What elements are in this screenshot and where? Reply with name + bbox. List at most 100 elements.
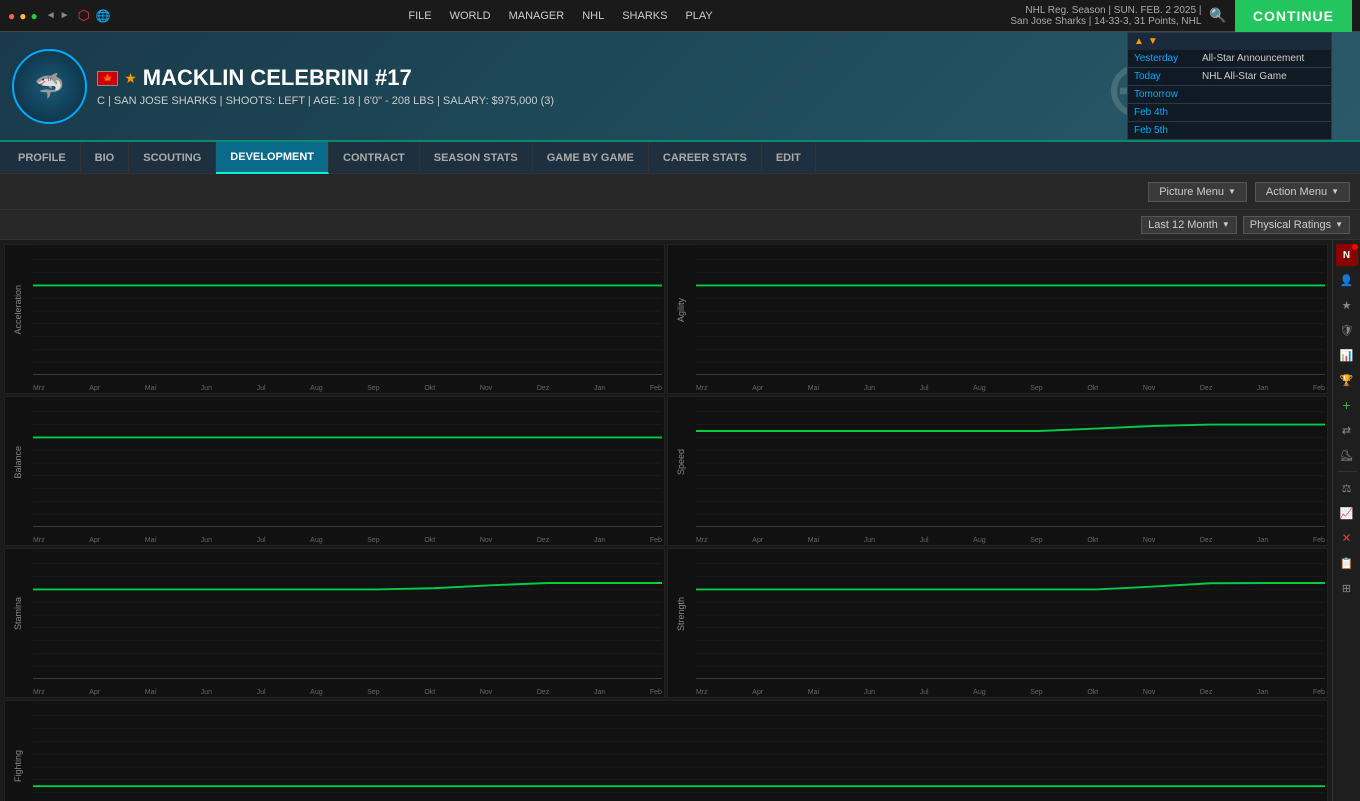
tab-career-stats[interactable]: CAREER STATS xyxy=(649,142,762,174)
chart-svg-agility xyxy=(696,247,1325,375)
picture-menu-button[interactable]: Picture Menu ▼ xyxy=(1148,182,1247,202)
tab-contract[interactable]: CONTRACT xyxy=(329,142,420,174)
chart-fighting: FightingMrzAprMaiJunJulAugSepOktNovDezJa… xyxy=(4,700,1328,801)
nav-play[interactable]: PLAY xyxy=(677,8,720,24)
chart-stamina: Stamina MrzAprMaiJunJulAugSepOktNovDezJan… xyxy=(4,548,665,698)
news-header: ▲ ▼ xyxy=(1128,33,1331,50)
topbar-nav: FILE WORLD MANAGER NHL SHARKS PLAY xyxy=(400,8,720,24)
chart-label-stamina: Stamina xyxy=(7,549,29,679)
news-today: Today NHL All-Star Game xyxy=(1128,68,1331,86)
sidebar-history-icon[interactable]: 📈 xyxy=(1336,502,1358,524)
chart-xaxis-speed: MrzAprMaiJunJulAugSepOktNovDezJanFeb xyxy=(696,529,1325,544)
tab-profile[interactable]: PROFILE xyxy=(4,142,81,174)
chart-xaxis-balance: MrzAprMaiJunJulAugSepOktNovDezJanFeb xyxy=(33,529,662,544)
window-maximize[interactable]: ● xyxy=(31,9,38,23)
main-content: AccelerationMrzAprMaiJunJulAugSepOktNovD… xyxy=(0,240,1360,801)
today-label: Today xyxy=(1134,71,1194,82)
chart-xaxis-stamina: MrzAprMaiJunJulAugSepOktNovDezJanFeb xyxy=(33,681,662,696)
team-logo: 🦈 xyxy=(12,49,87,124)
chart-xaxis-strength: MrzAprMaiJunJulAugSepOktNovDezJanFeb xyxy=(696,681,1325,696)
sidebar-grid-icon[interactable]: ⊞ xyxy=(1336,577,1358,599)
news-tomorrow: Tomorrow xyxy=(1128,86,1331,103)
forward-btn[interactable]: ► xyxy=(60,10,70,21)
nav-manager[interactable]: MANAGER xyxy=(501,8,573,24)
charts-area: AccelerationMrzAprMaiJunJulAugSepOktNovD… xyxy=(0,240,1332,801)
chart-balance: Balance MrzAprMaiJunJulAugSepOktNovDezJan… xyxy=(4,396,665,546)
chart-svg-stamina xyxy=(33,551,662,679)
nav-world[interactable]: WORLD xyxy=(442,8,499,24)
sidebar-shield-icon[interactable]: 🛡 xyxy=(1336,319,1358,341)
nav-file[interactable]: FILE xyxy=(400,8,439,24)
continue-button[interactable]: CONTINUE xyxy=(1235,0,1352,32)
search-icon[interactable]: 🔍 xyxy=(1209,7,1226,24)
news-feb5: Feb 5th xyxy=(1128,121,1331,139)
chart-svg-strength xyxy=(696,551,1325,679)
feb4-label: Feb 4th xyxy=(1134,107,1194,118)
sidebar-swap-icon[interactable]: ⇄ xyxy=(1336,419,1358,441)
tabs-bar: PROFILE BIO SCOUTING DEVELOPMENT CONTRAC… xyxy=(0,142,1360,174)
sidebar-nhl-icon[interactable]: N xyxy=(1336,244,1358,266)
chart-xaxis-agility: MrzAprMaiJunJulAugSepOktNovDezJanFeb xyxy=(696,377,1325,392)
sidebar-divider xyxy=(1337,471,1357,472)
back-btn[interactable]: ◄ xyxy=(46,10,56,21)
picture-menu-arrow: ▼ xyxy=(1228,187,1236,196)
yesterday-label: Yesterday xyxy=(1134,53,1194,64)
sidebar-contract-icon[interactable]: 📋 xyxy=(1336,552,1358,574)
topbar-right: NHL Reg. Season | SUN. FEB. 2 2025 | San… xyxy=(1010,0,1352,32)
topbar-left: ● ● ● ◄ ► ⬡ 🌐 xyxy=(8,7,111,24)
player-flag: 🍁 xyxy=(97,71,118,86)
news-down-arrow[interactable]: ▼ xyxy=(1148,36,1158,47)
yesterday-text: All-Star Announcement xyxy=(1202,53,1304,64)
feb5-label: Feb 5th xyxy=(1134,125,1194,136)
tomorrow-label: Tomorrow xyxy=(1134,89,1194,100)
tab-edit[interactable]: EDIT xyxy=(762,142,816,174)
action-menu-arrow: ▼ xyxy=(1331,187,1339,196)
window-minimize[interactable]: ● xyxy=(19,9,26,23)
news-up-arrow[interactable]: ▲ xyxy=(1134,36,1144,47)
player-star-icon: ★ xyxy=(124,70,137,87)
news-feb4: Feb 4th xyxy=(1128,103,1331,121)
player-name: MACKLIN CELEBRINI #17 xyxy=(143,65,412,91)
chart-xaxis-acceleration: MrzAprMaiJunJulAugSepOktNovDezJanFeb xyxy=(33,377,662,392)
chart-type-arrow: ▼ xyxy=(1335,220,1343,229)
chart-label-balance: Balance xyxy=(7,397,29,527)
news-yesterday: Yesterday All-Star Announcement xyxy=(1128,50,1331,68)
chart-acceleration: AccelerationMrzAprMaiJunJulAugSepOktNovD… xyxy=(4,244,665,394)
chart-label-agility: Agility xyxy=(670,245,692,375)
sidebar-trophy-icon[interactable]: 🏆 xyxy=(1336,369,1358,391)
chart-speed: Speed MrzAprMaiJunJulAugSepOktNovDezJanFe… xyxy=(667,396,1328,546)
chart-strength: Strength MrzAprMaiJunJulAugSepOktNovDezJa… xyxy=(667,548,1328,698)
tab-bio[interactable]: BIO xyxy=(81,142,130,174)
filter-row: Last 12 Month ▼ Physical Ratings ▼ xyxy=(0,210,1360,240)
season-info: NHL Reg. Season | SUN. FEB. 2 2025 | San… xyxy=(1010,5,1201,27)
action-menu-button[interactable]: Action Menu ▼ xyxy=(1255,182,1350,202)
sidebar-plus-icon[interactable]: + xyxy=(1336,394,1358,416)
sidebar-compare-icon[interactable]: ⚖ xyxy=(1336,477,1358,499)
tab-scouting[interactable]: SCOUTING xyxy=(129,142,216,174)
chart-svg-speed xyxy=(696,399,1325,527)
today-text: NHL All-Star Game xyxy=(1202,71,1287,82)
globe-icon: 🌐 xyxy=(96,9,111,23)
sidebar-x-icon[interactable]: ✕ xyxy=(1336,527,1358,549)
tab-game-by-game[interactable]: GAME BY GAME xyxy=(533,142,649,174)
chart-svg-fighting xyxy=(33,703,1325,801)
chart-label-fighting: Fighting xyxy=(7,701,29,801)
tab-season-stats[interactable]: SEASON STATS xyxy=(420,142,533,174)
news-panel: ▲ ▼ Yesterday All-Star Announcement Toda… xyxy=(1127,32,1332,140)
tab-development[interactable]: DEVELOPMENT xyxy=(216,142,329,174)
sidebar-star-icon[interactable]: ★ xyxy=(1336,294,1358,316)
sidebar-skate-icon[interactable]: ⛸ xyxy=(1336,444,1358,466)
topbar: ● ● ● ◄ ► ⬡ 🌐 FILE WORLD MANAGER NHL SHA… xyxy=(0,0,1360,32)
chart-svg-balance xyxy=(33,399,662,527)
chart-label-strength: Strength xyxy=(670,549,692,679)
nav-nhl[interactable]: NHL xyxy=(574,8,612,24)
sidebar-chart-icon[interactable]: 📊 xyxy=(1336,344,1358,366)
nav-sharks[interactable]: SHARKS xyxy=(614,8,675,24)
window-close[interactable]: ● xyxy=(8,9,15,23)
period-arrow: ▼ xyxy=(1222,220,1230,229)
sidebar-person-icon[interactable]: 👤 xyxy=(1336,269,1358,291)
chart-label-speed: Speed xyxy=(670,397,692,527)
chart-type-filter[interactable]: Physical Ratings ▼ xyxy=(1243,216,1350,234)
period-filter[interactable]: Last 12 Month ▼ xyxy=(1141,216,1237,234)
chart-svg-acceleration xyxy=(33,247,662,375)
